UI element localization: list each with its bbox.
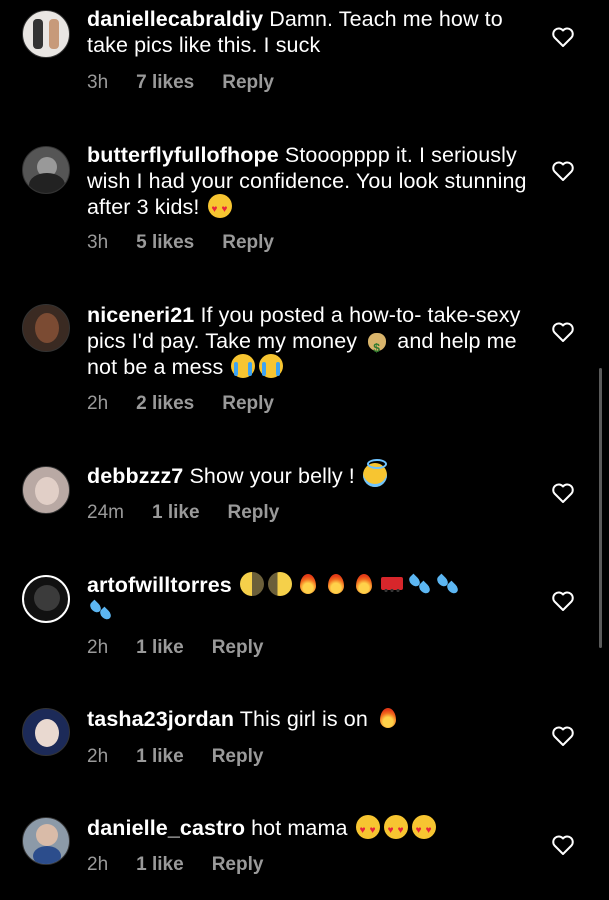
comment-text: daniellecabraldiy Damn. Teach me how to … (87, 6, 527, 58)
comment-username[interactable]: niceneri21 (87, 303, 194, 327)
heart-outline-icon[interactable] (551, 725, 575, 747)
comment-meta: 3h 5 likes Reply (87, 232, 302, 254)
comment-text: danielle_castro hot mama (87, 815, 527, 844)
heart-outline-icon[interactable] (551, 321, 575, 343)
reply-button[interactable]: Reply (222, 393, 274, 415)
comment-time: 2h (87, 637, 109, 658)
comment-body: hot mama (251, 816, 348, 840)
comment-username[interactable]: danielle_castro (87, 816, 245, 840)
sob-emoji-icon (259, 354, 284, 378)
avatar[interactable] (22, 466, 70, 514)
moon-emoji-icon (267, 572, 292, 596)
comment-likes[interactable]: 7 likes (136, 72, 194, 94)
comment-username[interactable]: artofwilltorres (87, 573, 232, 597)
comment-meta: 3h 7 likes Reply (87, 72, 302, 94)
comment-time: 2h (87, 854, 109, 875)
sweat-droplets-emoji-icon (408, 572, 432, 596)
comment-username[interactable]: daniellecabraldiy (87, 7, 263, 31)
comment-time: 24m (87, 502, 124, 523)
comment-meta: 2h 1 like Reply (87, 637, 291, 659)
comment-text: niceneri21 If you posted a how-to- take-… (87, 302, 527, 380)
heart-eyes-emoji-icon (383, 815, 408, 844)
comment-username[interactable]: butterflyfullofhope (87, 143, 279, 167)
fire-emoji-icon (376, 706, 400, 730)
scrollbar[interactable] (599, 368, 602, 648)
fire-engine-emoji-icon (380, 572, 404, 596)
heart-eyes-emoji-icon (355, 815, 380, 844)
comment-meta: 2h 1 like Reply (87, 746, 291, 768)
comment-body: This girl is on (239, 707, 368, 731)
comment-likes[interactable]: 1 like (152, 502, 200, 524)
heart-outline-icon[interactable] (551, 482, 575, 504)
reply-button[interactable]: Reply (212, 746, 264, 768)
avatar[interactable] (22, 817, 70, 865)
heart-eyes-emoji-icon (411, 815, 436, 844)
comment-text: debbzzz7 Show your belly ! (87, 459, 527, 489)
comment-body: Show your belly ! (189, 464, 355, 488)
comment-likes[interactable]: 2 likes (136, 393, 194, 415)
comment-time: 3h (87, 72, 109, 93)
comment-username[interactable]: tasha23jordan (87, 707, 234, 731)
heart-outline-icon[interactable] (551, 834, 575, 856)
comment-meta: 2h 2 likes Reply (87, 393, 302, 415)
halo-emoji-icon (362, 459, 387, 487)
comment-likes[interactable]: 1 like (136, 854, 184, 876)
reply-button[interactable]: Reply (228, 502, 280, 524)
comment-text: butterflyfullofhope Stooopppp it. I seri… (87, 142, 527, 223)
comment-text: tasha23jordan This girl is on (87, 706, 527, 732)
avatar[interactable] (22, 10, 70, 58)
sob-emoji-icon (231, 354, 256, 378)
comment-text: artofwilltorres (87, 572, 527, 624)
comment-likes[interactable]: 1 like (136, 637, 184, 659)
heart-eyes-emoji-icon (207, 194, 232, 223)
fire-emoji-icon (324, 572, 348, 596)
comment-time: 3h (87, 232, 109, 253)
comment-time: 2h (87, 393, 109, 414)
comment-time: 2h (87, 746, 109, 767)
heart-outline-icon[interactable] (551, 26, 575, 48)
reply-button[interactable]: Reply (222, 72, 274, 94)
avatar[interactable] (22, 304, 70, 352)
moon-emoji-icon (239, 572, 264, 596)
heart-outline-icon[interactable] (551, 590, 575, 612)
reply-button[interactable]: Reply (222, 232, 274, 254)
sweat-droplets-emoji-icon (89, 598, 113, 622)
avatar[interactable] (22, 146, 70, 194)
comment-likes[interactable]: 5 likes (136, 232, 194, 254)
fire-emoji-icon (352, 572, 376, 596)
money-bag-emoji-icon (365, 328, 389, 361)
reply-button[interactable]: Reply (212, 637, 264, 659)
sweat-droplets-emoji-icon (436, 572, 460, 596)
comment-meta: 2h 1 like Reply (87, 854, 291, 876)
fire-emoji-icon (296, 572, 320, 596)
comment-meta: 24m 1 like Reply (87, 502, 307, 524)
avatar[interactable] (22, 575, 70, 623)
comment-username[interactable]: debbzzz7 (87, 464, 183, 488)
avatar[interactable] (22, 708, 70, 756)
reply-button[interactable]: Reply (212, 854, 264, 876)
heart-outline-icon[interactable] (551, 160, 575, 182)
comment-likes[interactable]: 1 like (136, 746, 184, 768)
